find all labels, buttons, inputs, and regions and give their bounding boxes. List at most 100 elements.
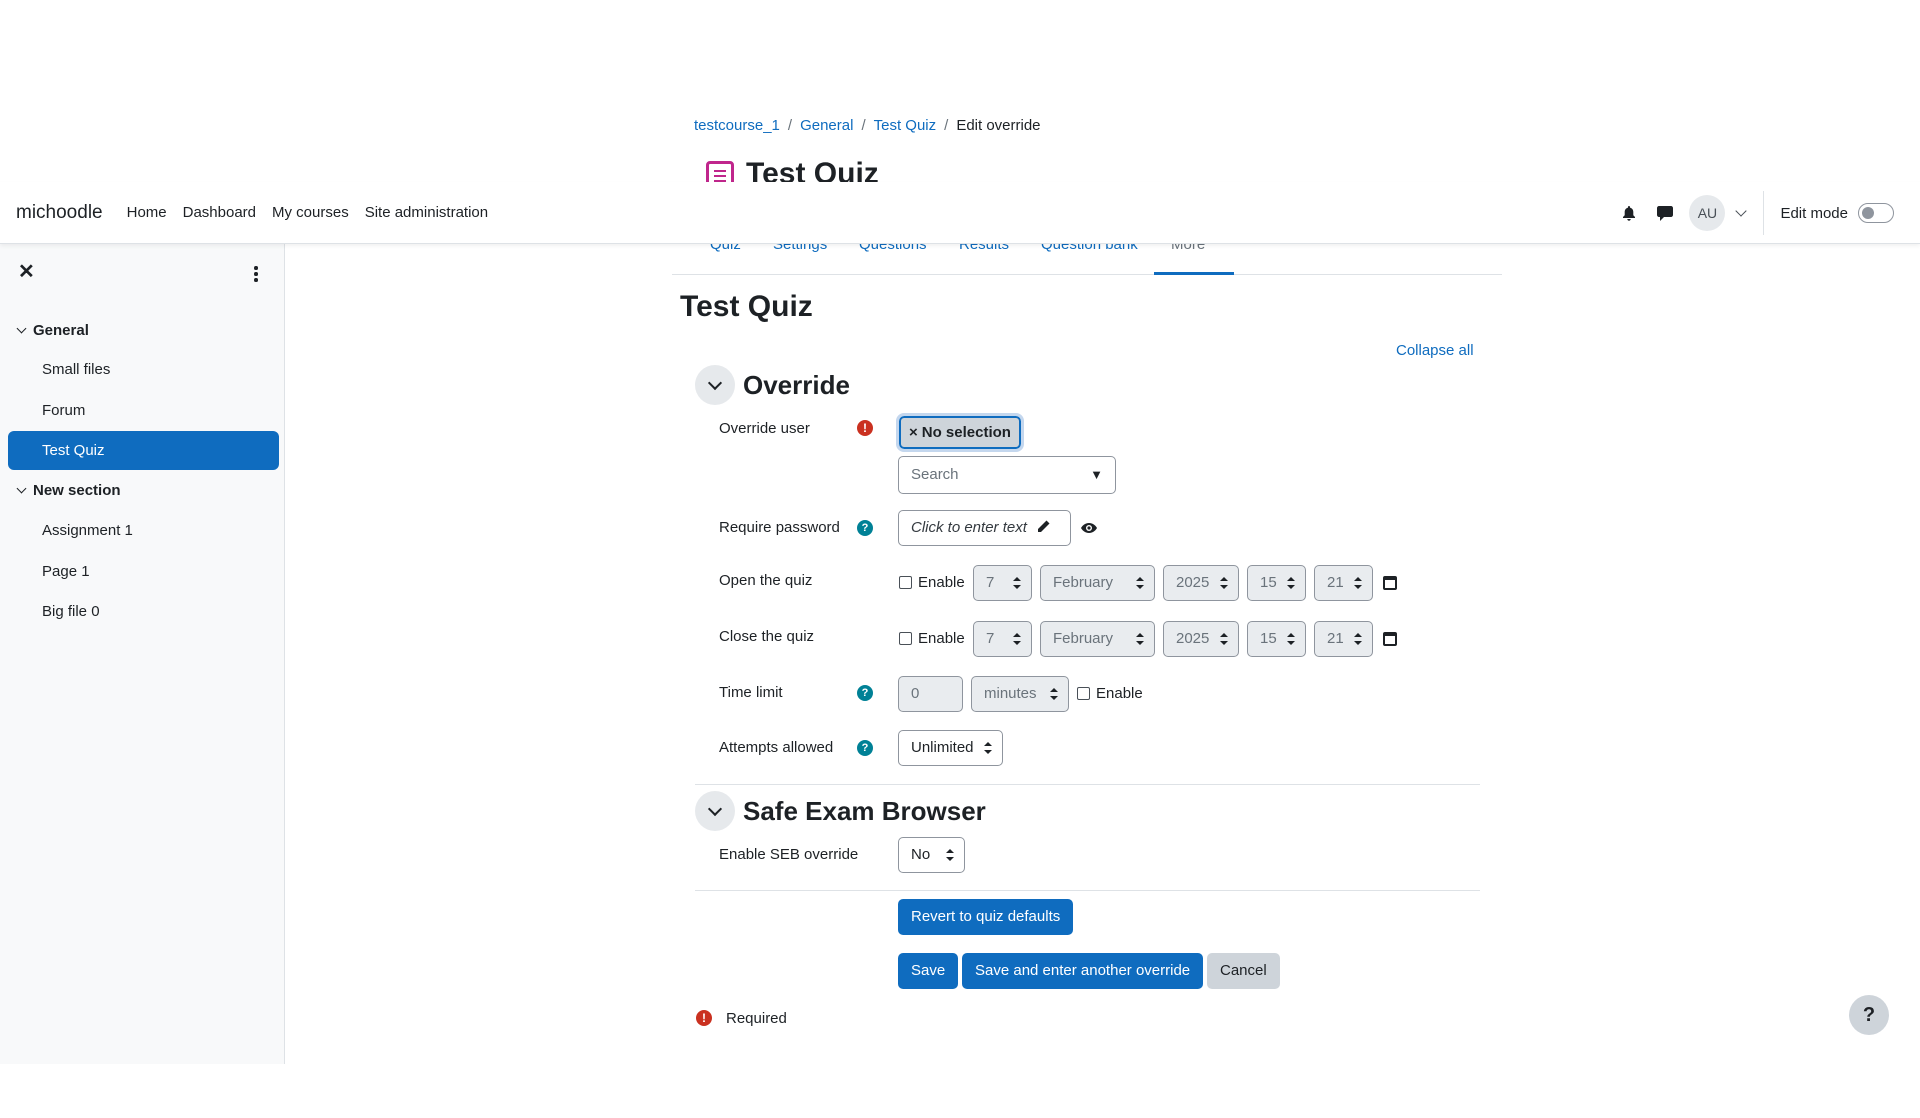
section-title[interactable]: General (33, 322, 89, 339)
attempts-select[interactable]: Unlimited (898, 730, 1003, 766)
enable-checkbox[interactable] (899, 632, 912, 645)
select-arrows-icon (946, 849, 954, 861)
save-and-another-button[interactable]: Save and enter another override (962, 953, 1204, 989)
password-inplace-editable[interactable]: Click to enter text (898, 510, 1071, 546)
notifications-bell-icon[interactable] (1611, 195, 1647, 231)
remove-selection-icon[interactable]: × (909, 418, 918, 447)
select-arrows-icon (984, 742, 992, 754)
select-arrows-icon (1013, 633, 1021, 645)
section-title[interactable]: New section (33, 482, 121, 499)
edit-mode-toggle[interactable] (1858, 203, 1894, 223)
close-drawer-icon[interactable]: ✕ (18, 262, 38, 282)
save-button[interactable]: Save (898, 953, 959, 989)
help-icon[interactable]: ? (857, 685, 873, 701)
chevron-down-icon[interactable] (695, 791, 735, 831)
close-year-select[interactable]: 2025 (1163, 621, 1239, 657)
nav-site-administration[interactable]: Site administration (357, 204, 496, 221)
close-day-select[interactable]: 7 (973, 621, 1032, 657)
password-placeholder: Click to enter text (911, 519, 1027, 536)
breadcrumb-link-course[interactable]: testcourse_1 (694, 117, 780, 134)
dropdown-arrow-icon[interactable]: ▼ (1090, 457, 1103, 493)
course-index-item-active[interactable]: Test Quiz (8, 431, 279, 470)
select-value: February (1053, 630, 1114, 647)
reveal-password-eye-icon[interactable] (1080, 519, 1098, 537)
help-icon[interactable]: ? (857, 740, 873, 756)
enable-label[interactable]: Enable (1096, 685, 1143, 702)
select-value: February (1053, 574, 1114, 591)
top-navbar: michoodle Home Dashboard My courses Site… (0, 182, 1920, 244)
help-button[interactable]: ? (1849, 995, 1889, 1035)
chevron-down-icon[interactable] (16, 483, 27, 494)
course-index-item[interactable]: Forum (8, 391, 279, 430)
override-user-label: Override user (719, 420, 810, 437)
help-icon[interactable]: ? (857, 520, 873, 536)
enable-label[interactable]: Enable (918, 630, 965, 647)
select-arrows-icon (1136, 633, 1144, 645)
seb-override-select[interactable]: No (898, 837, 965, 873)
site-brand[interactable]: michoodle (16, 202, 103, 224)
pencil-icon (1038, 520, 1050, 532)
section-heading: Override (743, 369, 850, 400)
breadcrumb-link-section[interactable]: General (800, 117, 853, 134)
open-day-select[interactable]: 7 (973, 565, 1032, 601)
select-arrows-icon (1287, 633, 1295, 645)
messages-icon[interactable] (1647, 195, 1683, 231)
open-hour-select[interactable]: 15 (1247, 565, 1306, 601)
open-year-select[interactable]: 2025 (1163, 565, 1239, 601)
course-index-item[interactable]: Assignment 1 (8, 511, 279, 550)
chevron-down-icon[interactable] (695, 365, 735, 405)
override-section-header[interactable]: Override (695, 365, 850, 405)
course-section-new[interactable]: New section (16, 482, 121, 499)
selected-user-chip[interactable]: × No selection (896, 413, 1024, 452)
calendar-icon[interactable] (1383, 632, 1397, 646)
primary-navigation: Home Dashboard My courses Site administr… (119, 204, 497, 221)
open-minute-select[interactable]: 21 (1314, 565, 1373, 601)
cancel-button[interactable]: Cancel (1207, 953, 1280, 989)
revert-to-defaults-button[interactable]: Revert to quiz defaults (898, 899, 1074, 935)
course-index-item[interactable]: Small files (8, 350, 279, 389)
enable-checkbox[interactable] (899, 576, 912, 589)
breadcrumb-link-quiz[interactable]: Test Quiz (874, 117, 937, 134)
nav-my-courses[interactable]: My courses (264, 204, 357, 221)
course-index-item[interactable]: Page 1 (8, 552, 279, 591)
chevron-down-icon[interactable] (16, 323, 27, 334)
breadcrumb-separator: / (944, 117, 949, 134)
select-value: 21 (1327, 574, 1344, 591)
kebab-menu-icon[interactable] (254, 266, 258, 284)
time-limit-unit-select[interactable]: minutes (971, 676, 1069, 712)
nav-dashboard[interactable]: Dashboard (175, 204, 264, 221)
user-menu-chevron-icon[interactable] (1735, 205, 1748, 217)
close-month-select[interactable]: February (1040, 621, 1155, 657)
select-value: 21 (1327, 630, 1344, 647)
course-section-general[interactable]: General (16, 322, 89, 339)
time-limit-enable[interactable]: Enable (1077, 685, 1143, 702)
nav-home[interactable]: Home (119, 204, 175, 221)
enable-checkbox[interactable] (1077, 687, 1090, 700)
open-month-select[interactable]: February (1040, 565, 1155, 601)
calendar-icon[interactable] (1383, 576, 1397, 590)
required-icon: ! (857, 420, 873, 436)
breadcrumb: testcourse_1 / General / Test Quiz / Edi… (694, 117, 1041, 134)
open-enable[interactable]: Enable (899, 574, 965, 591)
close-quiz-label: Close the quiz (719, 628, 815, 645)
user-avatar[interactable]: AU (1689, 195, 1726, 231)
select-arrows-icon (1220, 577, 1228, 589)
enable-label[interactable]: Enable (918, 574, 965, 591)
required-icon: ! (696, 1010, 712, 1026)
select-value: minutes (984, 685, 1037, 702)
time-limit-input[interactable]: 0 (898, 676, 963, 712)
section-heading: Safe Exam Browser (743, 795, 986, 826)
close-enable[interactable]: Enable (899, 630, 965, 647)
seb-section-header[interactable]: Safe Exam Browser (695, 791, 986, 831)
activity-title: Test Quiz (680, 290, 813, 323)
close-hour-select[interactable]: 15 (1247, 621, 1306, 657)
user-search-select[interactable]: Search ▼ (898, 456, 1116, 494)
select-arrows-icon (1354, 577, 1362, 589)
select-arrows-icon (1220, 633, 1228, 645)
course-index-item[interactable]: Big file 0 (8, 592, 279, 631)
select-value: 15 (1260, 574, 1277, 591)
chip-label: No selection (921, 424, 1011, 441)
edit-mode-label: Edit mode (1780, 204, 1848, 222)
close-minute-select[interactable]: 21 (1314, 621, 1373, 657)
collapse-all-link[interactable]: Collapse all (1396, 342, 1474, 359)
